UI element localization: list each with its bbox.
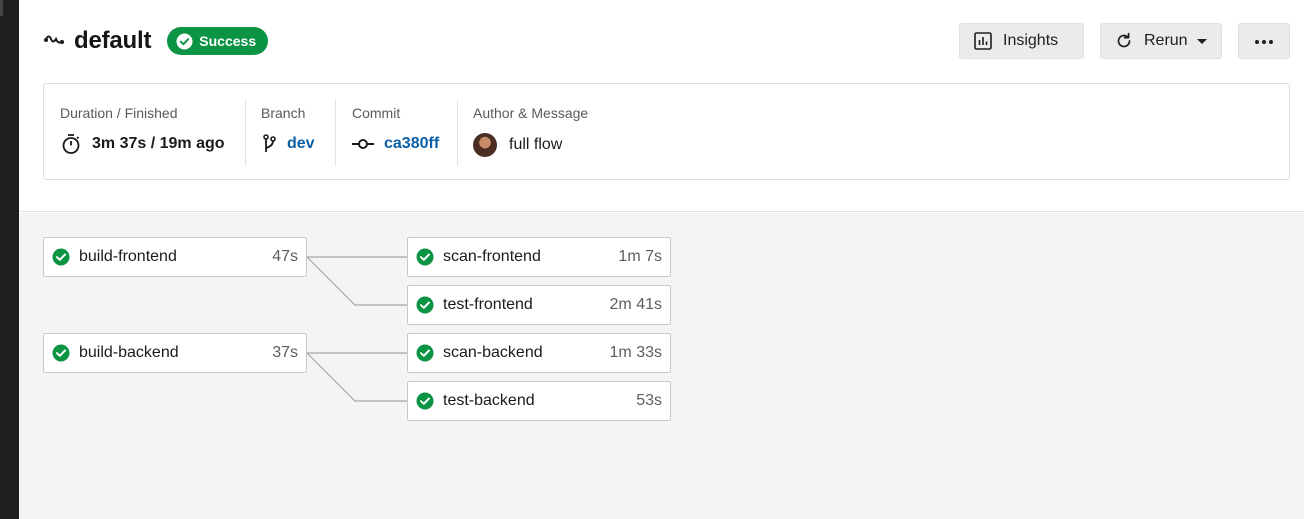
job-name: build-backend — [79, 344, 179, 361]
workflow-info-card: Duration / Finished 3m 37s / 19m ago Bra… — [43, 83, 1290, 180]
more-actions-button[interactable] — [1238, 23, 1290, 59]
job-duration: 1m 33s — [609, 344, 662, 361]
left-sidebar-strip — [0, 0, 19, 519]
job-build-frontend[interactable]: build-frontend 47s — [43, 237, 307, 277]
check-circle-icon — [416, 344, 434, 362]
job-name: scan-backend — [443, 344, 543, 361]
check-circle-icon — [176, 33, 193, 50]
author-section: Author & Message full flow — [457, 100, 757, 166]
job-scan-frontend[interactable]: scan-frontend 1m 7s — [407, 237, 671, 277]
workflow-title: default — [74, 27, 152, 54]
branch-value-row: dev — [261, 133, 315, 155]
insights-button-label: Insights — [1003, 32, 1059, 49]
commit-value-row: ca380ff — [352, 133, 439, 155]
duration-value-row: 3m 37s / 19m ago — [60, 133, 225, 155]
stopwatch-icon — [60, 133, 82, 155]
check-circle-icon — [416, 248, 434, 266]
git-branch-icon — [261, 133, 277, 155]
duration-value: 3m 37s / 19m ago — [92, 135, 225, 152]
commit-label: Commit — [352, 105, 401, 121]
branch-section: Branch dev — [245, 100, 335, 166]
avatar[interactable] — [473, 133, 497, 157]
check-circle-icon — [52, 248, 70, 266]
job-name: test-frontend — [443, 296, 533, 313]
commit-message: full flow — [509, 136, 563, 153]
check-circle-icon — [416, 392, 434, 410]
branch-label: Branch — [261, 105, 306, 121]
status-badge: Success — [167, 27, 269, 55]
git-commit-icon — [352, 133, 374, 155]
rerun-button[interactable]: Rerun — [1100, 23, 1222, 59]
job-duration: 37s — [272, 344, 298, 361]
author-label: Author & Message — [473, 105, 589, 121]
rerun-button-label: Rerun — [1144, 32, 1188, 49]
edge-build-backend-test-backend — [306, 352, 407, 402]
workflow-header-section: default Success Insights Rerun Duration … — [19, 0, 1304, 212]
more-horizontal-icon — [1254, 32, 1274, 50]
commit-section: Commit ca380ff — [335, 100, 457, 166]
refresh-icon — [1114, 31, 1134, 51]
pipeline-graph: build-frontend 47s scan-frontend 1m 7s t… — [19, 213, 1304, 519]
sidebar-notch — [0, 0, 3, 16]
job-duration: 1m 7s — [618, 248, 662, 265]
job-build-backend[interactable]: build-backend 37s — [43, 333, 307, 373]
check-circle-icon — [52, 344, 70, 362]
job-duration: 47s — [272, 248, 298, 265]
duration-section: Duration / Finished 3m 37s / 19m ago — [60, 100, 245, 166]
branch-link[interactable]: dev — [287, 135, 315, 153]
duration-label: Duration / Finished — [60, 105, 178, 121]
status-badge-label: Success — [199, 33, 257, 49]
job-name: test-backend — [443, 392, 535, 409]
bar-chart-icon — [973, 31, 993, 51]
job-name: scan-frontend — [443, 248, 541, 265]
chevron-down-icon — [1196, 38, 1207, 44]
edge-build-frontend-test-frontend — [306, 256, 407, 306]
commit-link[interactable]: ca380ff — [384, 135, 439, 153]
pipeline-page: default Success Insights Rerun Duration … — [19, 0, 1304, 519]
insights-button[interactable]: Insights — [959, 23, 1084, 59]
check-circle-icon — [416, 296, 434, 314]
job-scan-backend[interactable]: scan-backend 1m 33s — [407, 333, 671, 373]
job-test-frontend[interactable]: test-frontend 2m 41s — [407, 285, 671, 325]
job-name: build-frontend — [79, 248, 177, 265]
job-duration: 53s — [636, 392, 662, 409]
title-row: default Success — [43, 22, 269, 60]
job-test-backend[interactable]: test-backend 53s — [407, 381, 671, 421]
job-duration: 2m 41s — [609, 296, 662, 313]
workflow-icon — [43, 30, 65, 52]
author-value-row: full flow — [473, 133, 562, 157]
